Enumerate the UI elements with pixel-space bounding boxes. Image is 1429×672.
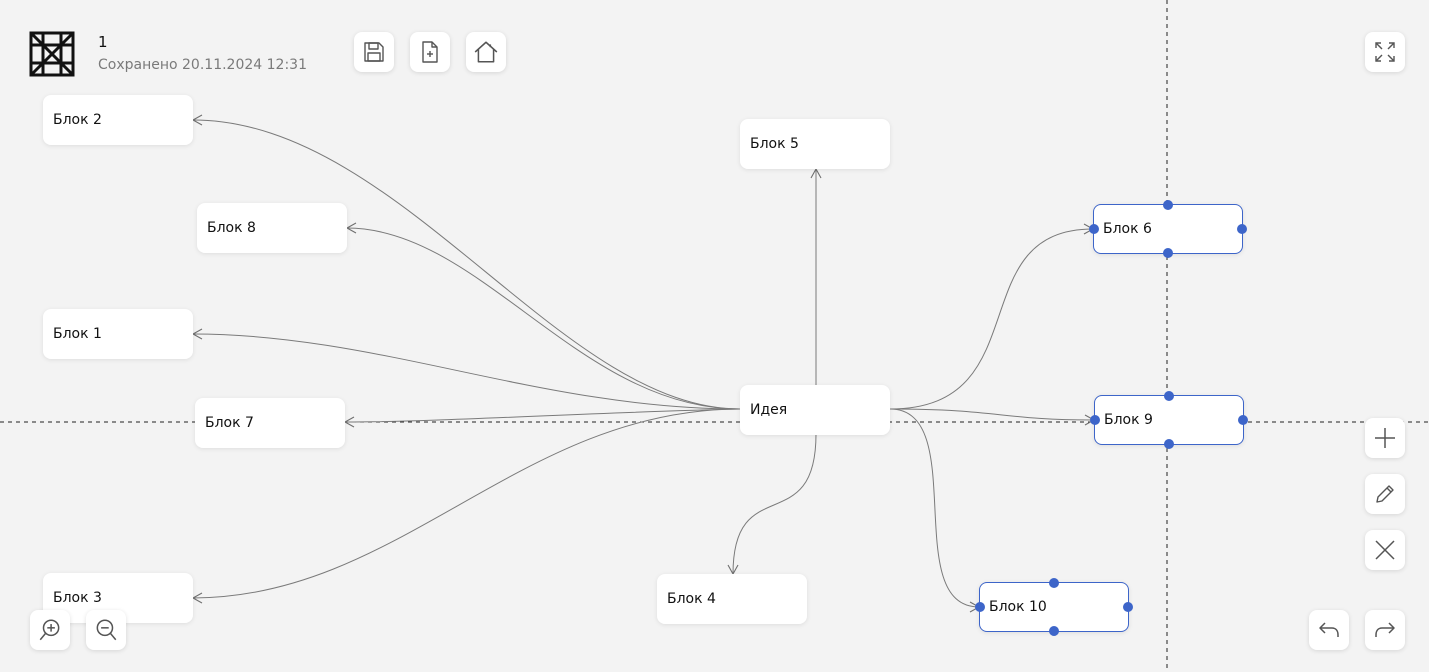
pencil-icon xyxy=(1376,485,1394,503)
undo-button[interactable] xyxy=(1309,610,1349,650)
node-block-5[interactable]: Блок 5 xyxy=(740,119,890,169)
connect-handle-right[interactable] xyxy=(1237,224,1247,234)
connect-handle-left[interactable] xyxy=(1089,224,1099,234)
app-logo xyxy=(29,31,75,77)
connect-handle-bottom[interactable] xyxy=(1163,248,1173,258)
redo-icon xyxy=(1375,622,1395,637)
zoom-in-icon xyxy=(39,619,60,641)
edge-idea-b6[interactable] xyxy=(889,223,1095,410)
home-button[interactable] xyxy=(466,32,506,72)
node-block-6[interactable]: Блок 6 xyxy=(1089,200,1247,258)
edge-idea-b2[interactable] xyxy=(191,114,741,410)
new-file-button[interactable] xyxy=(410,32,450,72)
connect-handle-bottom[interactable] xyxy=(1164,439,1174,449)
node-block-1[interactable]: Блок 1 xyxy=(43,309,193,359)
connect-handle-top[interactable] xyxy=(1164,391,1174,401)
edge-idea-b9[interactable] xyxy=(889,408,1096,426)
node-block-7[interactable]: Блок 7 xyxy=(195,398,345,448)
document-title: 1 xyxy=(98,33,108,51)
node-label: Блок 10 xyxy=(989,599,1047,615)
node-block-9[interactable]: Блок 9 xyxy=(1090,391,1248,449)
edit-node-button[interactable] xyxy=(1365,474,1405,514)
node-block-10[interactable]: Блок 10 xyxy=(975,578,1133,636)
undo-icon xyxy=(1319,622,1339,637)
save-button[interactable] xyxy=(354,32,394,72)
node-idea[interactable]: Идея xyxy=(740,385,890,435)
zoom-in-button[interactable] xyxy=(30,610,70,650)
node-block-2[interactable]: Блок 2 xyxy=(43,95,193,145)
node-label: Блок 7 xyxy=(205,415,254,431)
file-plus-icon xyxy=(422,41,438,63)
connect-handle-right[interactable] xyxy=(1123,602,1133,612)
edge-idea-b7[interactable] xyxy=(343,408,741,428)
node-label: Блок 4 xyxy=(667,591,716,607)
add-node-button[interactable] xyxy=(1365,418,1405,458)
node-label: Блок 3 xyxy=(53,590,102,606)
node-label: Блок 1 xyxy=(53,326,102,342)
edge-idea-b10[interactable] xyxy=(889,408,981,613)
node-label: Блок 8 xyxy=(207,220,256,236)
connect-handle-left[interactable] xyxy=(1090,415,1100,425)
delete-node-button[interactable] xyxy=(1365,530,1405,570)
fullscreen-icon xyxy=(1375,42,1395,62)
node-label: Блок 6 xyxy=(1103,221,1152,237)
close-icon xyxy=(1375,540,1395,560)
node-label: Блок 2 xyxy=(53,112,102,128)
connect-handle-right[interactable] xyxy=(1238,415,1248,425)
connect-handle-left[interactable] xyxy=(975,602,985,612)
connect-handle-top[interactable] xyxy=(1163,200,1173,210)
save-icon xyxy=(364,42,384,62)
edge-idea-b4[interactable] xyxy=(727,433,817,576)
connect-handle-bottom[interactable] xyxy=(1049,626,1059,636)
connect-handle-top[interactable] xyxy=(1049,578,1059,588)
edges-layer xyxy=(0,0,1429,672)
plus-icon xyxy=(1375,428,1395,448)
node-label: Блок 5 xyxy=(750,136,799,152)
fullscreen-button[interactable] xyxy=(1365,32,1405,72)
zoom-out-icon xyxy=(96,619,117,641)
mindmap-canvas[interactable]: Блок 2 Блок 8 Блок 1 Блок 7 Блок 3 Блок … xyxy=(0,0,1429,672)
redo-button[interactable] xyxy=(1365,610,1405,650)
saved-status: Сохранено 20.11.2024 12:31 xyxy=(98,57,307,73)
node-block-4[interactable]: Блок 4 xyxy=(657,574,807,624)
node-label: Блок 9 xyxy=(1104,412,1153,428)
zoom-out-button[interactable] xyxy=(86,610,126,650)
node-label: Идея xyxy=(750,402,788,418)
home-icon xyxy=(474,41,498,63)
node-block-8[interactable]: Блок 8 xyxy=(197,203,347,253)
